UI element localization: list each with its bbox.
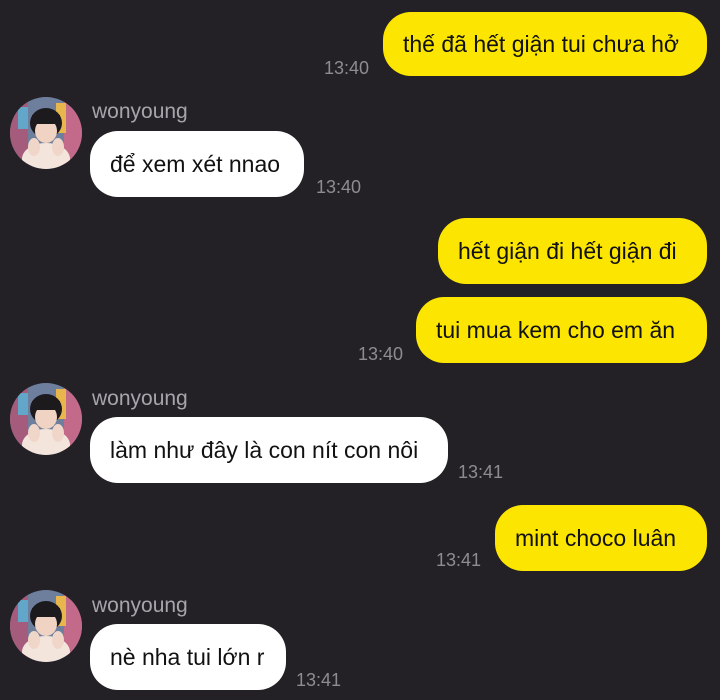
sender-name: wonyoung	[92, 594, 188, 617]
message-text: mint choco luân	[515, 524, 677, 551]
message-timestamp: 13:41	[458, 462, 504, 482]
sender-name: wonyoung	[92, 387, 188, 410]
chat-area: thế đã hết giận tui chưa hở 13:40 wonyou…	[0, 0, 720, 700]
message-text: để xem xét nnao	[110, 150, 281, 177]
message-text: hết giận đi hết giận đi	[458, 237, 677, 264]
outgoing-message-bubble[interactable]: thế đã hết giận tui chưa hở	[383, 12, 707, 76]
message-timestamp: 13:40	[358, 344, 404, 364]
message-timestamp: 13:41	[296, 670, 342, 690]
contact-avatar[interactable]	[10, 590, 82, 662]
incoming-message-bubble[interactable]: làm như đây là con nít con nôi	[90, 417, 448, 483]
outgoing-message-bubble[interactable]: tui mua kem cho em ăn	[416, 297, 707, 363]
contact-avatar[interactable]	[10, 383, 82, 455]
sender-name: wonyoung	[92, 100, 188, 123]
outgoing-message-bubble[interactable]: hết giận đi hết giận đi	[438, 218, 707, 284]
message-text: thế đã hết giận tui chưa hở	[403, 30, 679, 57]
message-timestamp: 13:40	[324, 58, 370, 78]
contact-avatar[interactable]	[10, 97, 82, 169]
incoming-message-bubble[interactable]: nè nha tui lớn r	[90, 624, 286, 690]
message-text: làm như đây là con nít con nôi	[110, 436, 419, 463]
message-text: nè nha tui lớn r	[110, 643, 265, 670]
message-timestamp: 13:40	[316, 177, 362, 197]
incoming-message-bubble[interactable]: để xem xét nnao	[90, 131, 304, 197]
message-timestamp: 13:41	[436, 550, 482, 570]
message-text: tui mua kem cho em ăn	[436, 316, 676, 343]
outgoing-message-bubble[interactable]: mint choco luân	[495, 505, 707, 571]
